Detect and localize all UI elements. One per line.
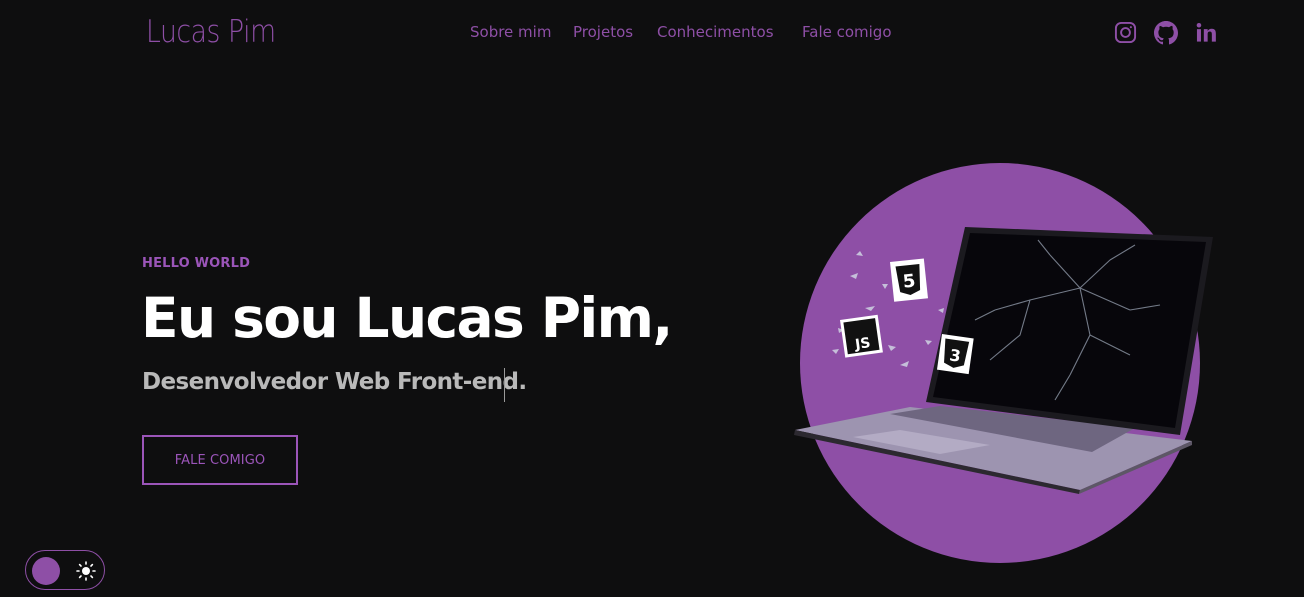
javascript-icon: JS (840, 314, 883, 358)
nav-item-fale-comigo[interactable]: Fale comigo (802, 23, 892, 41)
svg-text:JS: JS (853, 335, 871, 353)
hero-illustration: 5 JS 3 (794, 163, 1213, 563)
sun-icon (76, 561, 96, 581)
nav-item-sobre-mim[interactable]: Sobre mim (470, 23, 551, 41)
nav-item-projetos[interactable]: Projetos (573, 23, 633, 41)
hero-headline: Eu sou Lucas Pim, (141, 286, 673, 350)
instagram-icon[interactable] (1114, 21, 1137, 44)
css3-icon: 3 (936, 334, 974, 375)
theme-toggle[interactable] (25, 550, 105, 590)
hero-eyebrow: HELLO WORLD (142, 256, 251, 271)
github-icon[interactable] (1154, 21, 1178, 45)
svg-text:5: 5 (902, 271, 917, 293)
nav-item-conhecimentos[interactable]: Conhecimentos (657, 23, 774, 41)
hero-subline: Desenvolvedor Web Front-end. (142, 369, 527, 395)
brand-logo[interactable]: Lucas Pim (146, 14, 276, 50)
linkedin-icon[interactable] (1196, 21, 1217, 44)
toggle-knob (32, 557, 60, 585)
fale-comigo-button[interactable]: FALE COMIGO (142, 435, 298, 485)
html5-icon: 5 (890, 258, 928, 302)
typing-caret (504, 368, 505, 402)
